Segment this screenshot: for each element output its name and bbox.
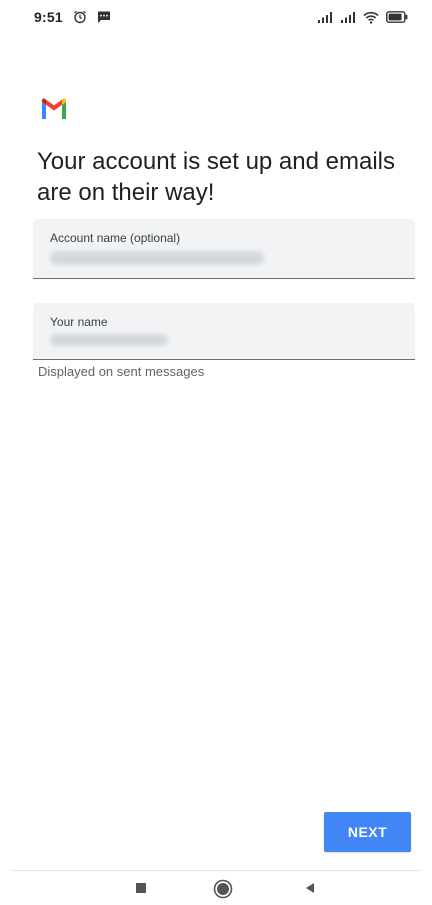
signal-icon [317,11,333,23]
status-bar: 9:51 [0,0,432,34]
battery-icon [386,11,408,23]
back-button[interactable] [303,881,317,895]
your-name-label: Your name [50,315,108,329]
status-right [317,11,408,24]
wifi-icon [363,11,379,24]
account-name-field[interactable]: Account name (optional) [33,219,415,279]
your-name-helper-text: Displayed on sent messages [38,364,205,379]
signal-icon [340,11,356,23]
home-button[interactable] [213,879,233,899]
gmail-logo [40,98,68,120]
status-time: 9:51 [34,9,63,25]
nav-divider [11,870,421,871]
recent-apps-button[interactable] [134,881,148,895]
page-title: Your account is set up and emails are on… [37,148,395,206]
system-nav-bar [0,872,432,905]
your-name-value-redacted [50,334,168,346]
next-button[interactable]: NEXT [324,812,411,852]
account-name-value-redacted [50,251,264,265]
status-left: 9:51 [34,9,111,25]
back-triangle-icon [306,883,314,893]
screen: 9:51 Your account is set up and emails a… [0,0,432,905]
account-name-label: Account name (optional) [50,231,181,245]
circle-icon [213,879,233,899]
your-name-field[interactable]: Your name [33,303,415,360]
message-icon [97,10,111,24]
square-icon [136,883,146,893]
alarm-icon [73,10,87,24]
